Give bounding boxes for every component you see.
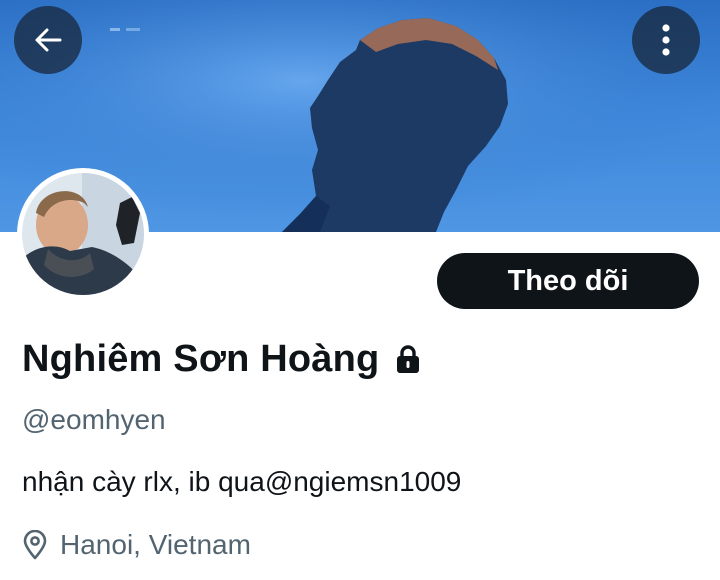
lock-icon [395, 344, 421, 374]
profile-name-row: Nghiêm Sơn Hoàng [22, 335, 421, 383]
back-button[interactable] [14, 6, 82, 74]
display-name: Nghiêm Sơn Hoàng [22, 337, 380, 380]
more-options-button[interactable] [632, 6, 700, 74]
profile-avatar[interactable] [17, 168, 149, 300]
user-handle: @eomhyen [22, 404, 166, 435]
profile-bio: nhận cày rlx, ib qua@ngiemsn1009 [22, 466, 462, 497]
location-pin-icon [22, 530, 48, 560]
profile-location: Hanoi, Vietnam [22, 528, 251, 562]
more-vertical-icon [662, 24, 670, 56]
arrow-left-icon [35, 28, 62, 52]
follow-button[interactable]: Theo dõi [437, 253, 699, 309]
avatar-image [22, 173, 144, 295]
follow-button-label: Theo dõi [507, 264, 629, 297]
location-text: Hanoi, Vietnam [60, 529, 251, 560]
